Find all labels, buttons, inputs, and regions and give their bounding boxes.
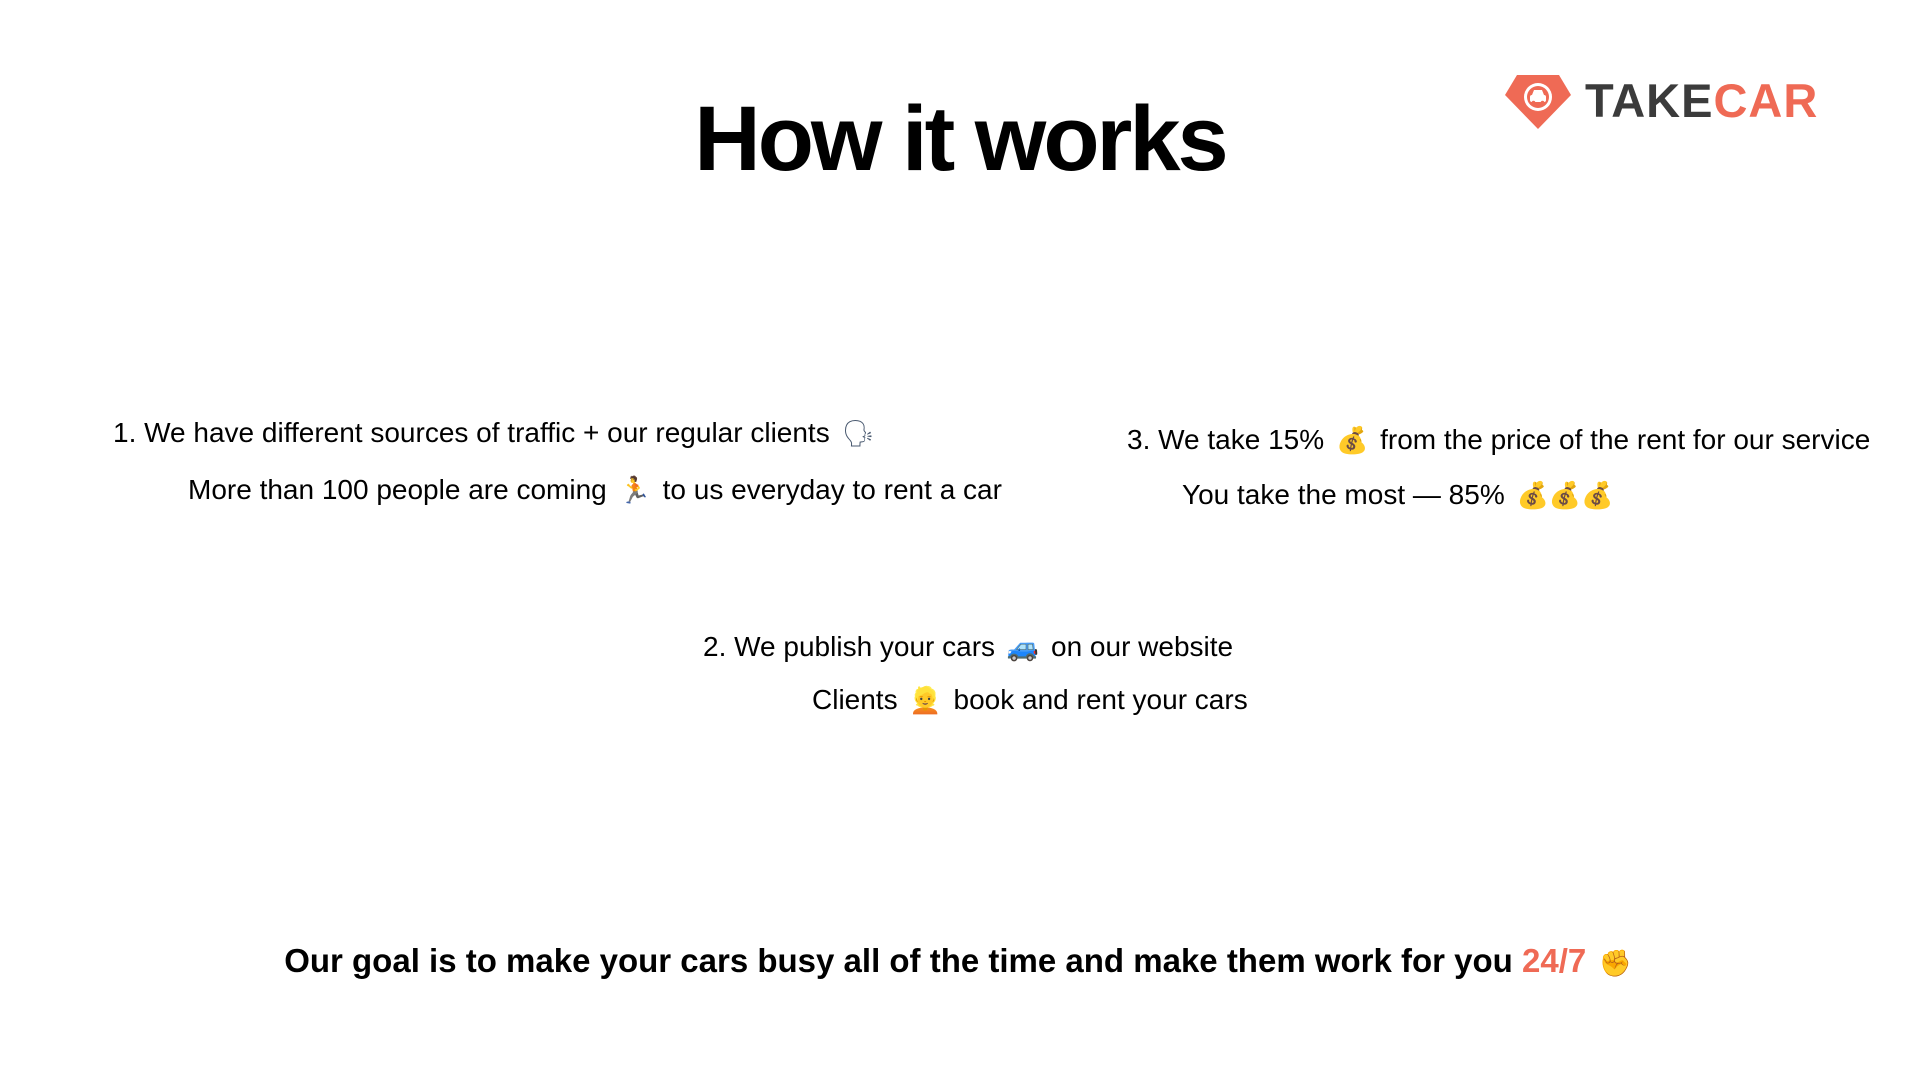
car-diamond-logo-icon — [1505, 75, 1571, 129]
car-icon: 🚙 — [1006, 633, 1040, 663]
step2-line1-text-a: 2. We publish your cars — [703, 631, 996, 662]
step2-line2-text-a: Clients — [812, 684, 898, 715]
raised-fist-icon: ✊ — [1599, 949, 1632, 979]
step1-line2: More than 100 people are coming 🏃 to us … — [188, 472, 1002, 509]
goal-text: Our goal is to make your cars busy all o… — [284, 942, 1513, 979]
step1-line1-text: 1. We have different sources of traffic … — [113, 417, 830, 448]
goal-accent-text: 24/7 — [1522, 942, 1587, 979]
logo-text-take: TAKE — [1585, 74, 1714, 127]
person-face-icon: 👱 — [909, 686, 942, 716]
step2-line2: Clients 👱 book and rent your cars — [812, 682, 1248, 719]
step3-line2-text: You take the most — 85% — [1182, 479, 1505, 510]
money-bag-icon: 💰 — [1335, 426, 1369, 456]
step3-line1-text-b: from the price of the rent for our servi… — [1380, 424, 1871, 455]
goal-statement: Our goal is to make your cars busy all o… — [0, 941, 1920, 984]
step1-line2-text-b: to us everyday to rent a car — [662, 474, 1002, 505]
step1-line2-text-a: More than 100 people are coming — [188, 474, 607, 505]
money-bags-icon: 💰💰💰 — [1516, 481, 1614, 511]
step3-line2: You take the most — 85% 💰💰💰 — [1182, 477, 1618, 514]
step2-line1-text-b: on our website — [1051, 631, 1234, 662]
step2-line2-text-b: book and rent your cars — [953, 684, 1248, 715]
running-person-icon: 🏃 — [618, 476, 651, 506]
step2-line1: 2. We publish your cars 🚙 on our website — [703, 629, 1233, 666]
step3-line1: 3. We take 15% 💰 from the price of the r… — [1127, 422, 1870, 459]
slide: How it works TAKECAR 1. We have differen… — [0, 0, 1920, 1080]
logo-text-car: CAR — [1713, 74, 1819, 127]
step1-line1: 1. We have different sources of traffic … — [113, 415, 879, 452]
logo-wordmark: TAKECAR — [1585, 73, 1818, 129]
speaking-head-icon: 🗣 — [841, 419, 875, 449]
step3-line1-text-a: 3. We take 15% — [1127, 424, 1325, 455]
takecar-logo: TAKECAR — [1505, 66, 1818, 136]
